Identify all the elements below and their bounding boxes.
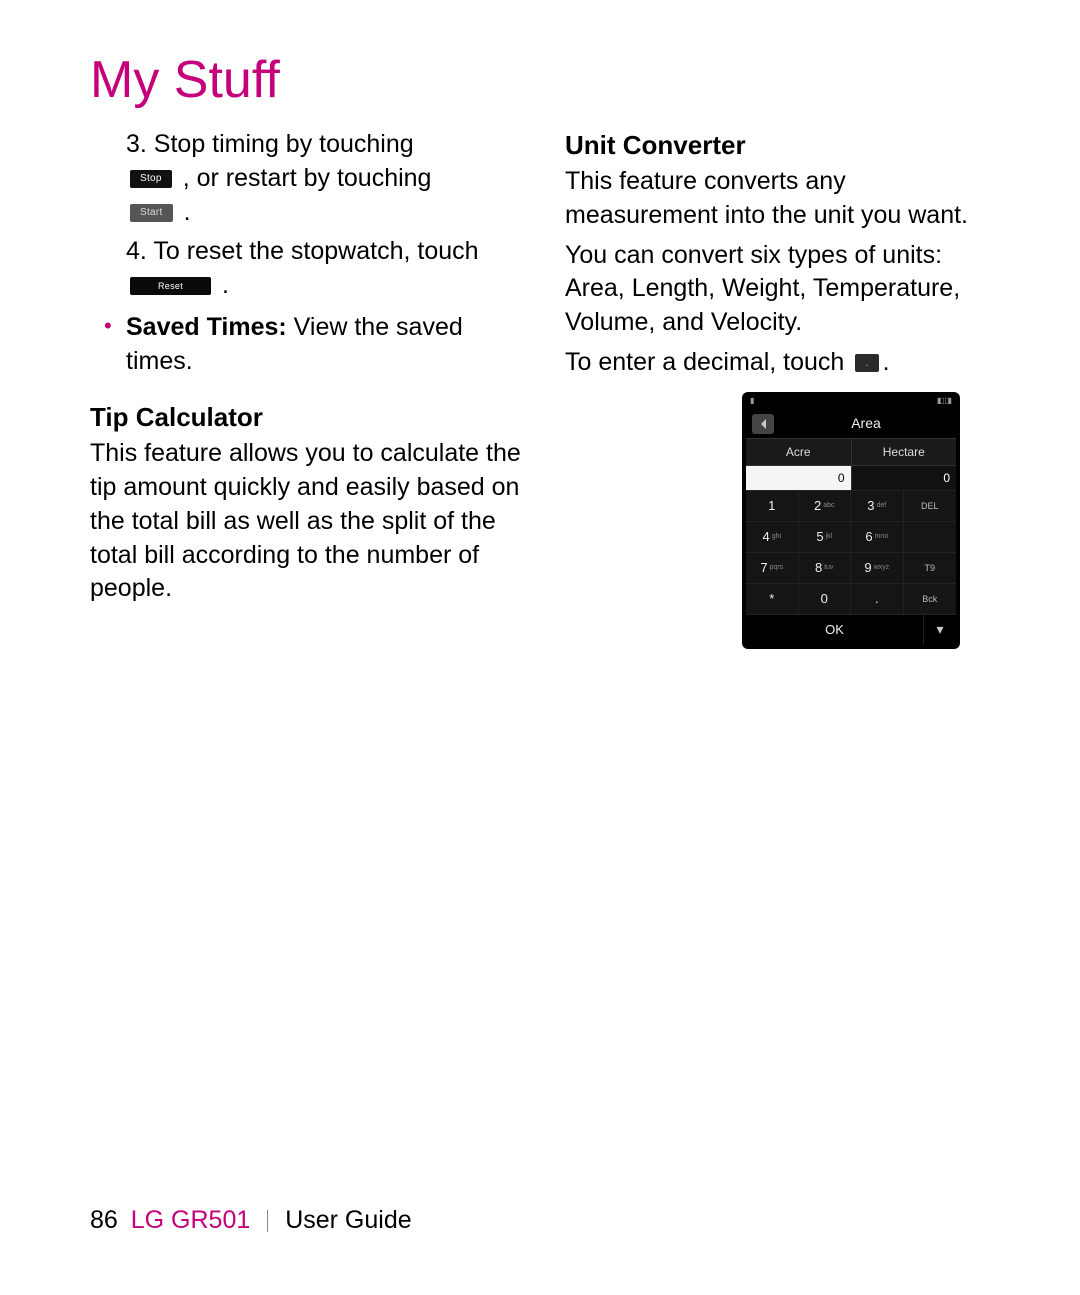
phone-key: . <box>851 583 904 614</box>
unit-converter-p3: To enter a decimal, touch .. <box>565 346 1000 380</box>
phone-key: * <box>746 583 799 614</box>
phone-key: DEL <box>904 490 957 521</box>
reset-button-chip: Reset <box>130 277 211 295</box>
step-3: 3. Stop timing by touching Stop , or res… <box>90 128 525 229</box>
phone-ok-button: OK <box>746 615 923 645</box>
guide-label: User Guide <box>285 1206 411 1234</box>
step-3-text-a: 3. Stop timing by touching <box>126 130 414 158</box>
unit-converter-p2: You can convert six types of units: Area… <box>565 239 1000 340</box>
phone-header: Area <box>746 410 956 438</box>
step-3-text-c: . <box>184 198 191 226</box>
decimal-button-chip: . <box>855 354 878 372</box>
menu-icon: ▾ <box>923 615 956 645</box>
left-column: 3. Stop timing by touching Stop , or res… <box>90 128 525 649</box>
step-4: 4. To reset the stopwatch, touch Reset . <box>90 235 525 303</box>
phone-key: 8tuv <box>799 552 852 583</box>
phone-key <box>904 521 957 552</box>
footer-separator <box>267 1210 268 1232</box>
start-button-chip: Start <box>130 204 173 222</box>
phone-unit-left: Acre <box>746 439 852 465</box>
phone-key: 9wxyz <box>851 552 904 583</box>
phone-key: 0 <box>799 583 852 614</box>
phone-key: 1 <box>746 490 799 521</box>
phone-value-row: 0 0 <box>746 466 956 490</box>
step-3-text-b: , or restart by touching <box>183 164 432 192</box>
phone-screenshot: ▮◧◨ Area Acre Hectare 0 0 12abc3defDEL 4g… <box>742 392 960 649</box>
saved-times-bullet: Saved Times: View the saved times. <box>90 311 525 379</box>
phone-unit-row: Acre Hectare <box>746 438 956 466</box>
right-column: Unit Converter This feature converts any… <box>565 128 1000 649</box>
phone-key: 7pqrs <box>746 552 799 583</box>
step-4-text-a: 4. To reset the stopwatch, touch <box>126 237 479 265</box>
manual-page: My Stuff 3. Stop timing by touching Stop… <box>0 0 1080 1295</box>
phone-unit-right: Hectare <box>852 439 957 465</box>
page-title: My Stuff <box>90 50 1000 110</box>
tip-calculator-body: This feature allows you to calculate the… <box>90 437 525 606</box>
stop-button-chip: Stop <box>130 170 172 188</box>
unit-converter-p3b: . <box>883 348 890 376</box>
tip-calculator-heading: Tip Calculator <box>90 400 525 435</box>
phone-key: 2abc <box>799 490 852 521</box>
saved-times-label: Saved Times: <box>126 313 287 341</box>
phone-key: 3def <box>851 490 904 521</box>
model-name: LG GR501 <box>131 1206 251 1234</box>
page-footer: 86 LG GR501 User Guide <box>90 1206 412 1235</box>
unit-converter-heading: Unit Converter <box>565 128 1000 163</box>
unit-converter-p3a: To enter a decimal, touch <box>565 348 851 376</box>
unit-converter-p1: This feature converts any measurement in… <box>565 165 1000 233</box>
columns: 3. Stop timing by touching Stop , or res… <box>90 128 1000 649</box>
page-number: 86 <box>90 1206 118 1234</box>
phone-key: Bck <box>904 583 957 614</box>
phone-title: Area <box>782 414 950 433</box>
phone-status-bar: ▮◧◨ <box>746 396 956 410</box>
step-4-text-b: . <box>222 271 229 299</box>
back-icon <box>752 414 774 434</box>
phone-key: 5jkl <box>799 521 852 552</box>
phone-value-right: 0 <box>852 466 957 490</box>
phone-key: 4ghi <box>746 521 799 552</box>
phone-key: T9 <box>904 552 957 583</box>
phone-keypad: 12abc3defDEL 4ghi5jkl6mno 7pqrs8tuv9wxyzT9… <box>746 490 956 614</box>
phone-bottom-bar: OK ▾ <box>746 614 956 645</box>
phone-value-left: 0 <box>746 466 852 490</box>
phone-key: 6mno <box>851 521 904 552</box>
